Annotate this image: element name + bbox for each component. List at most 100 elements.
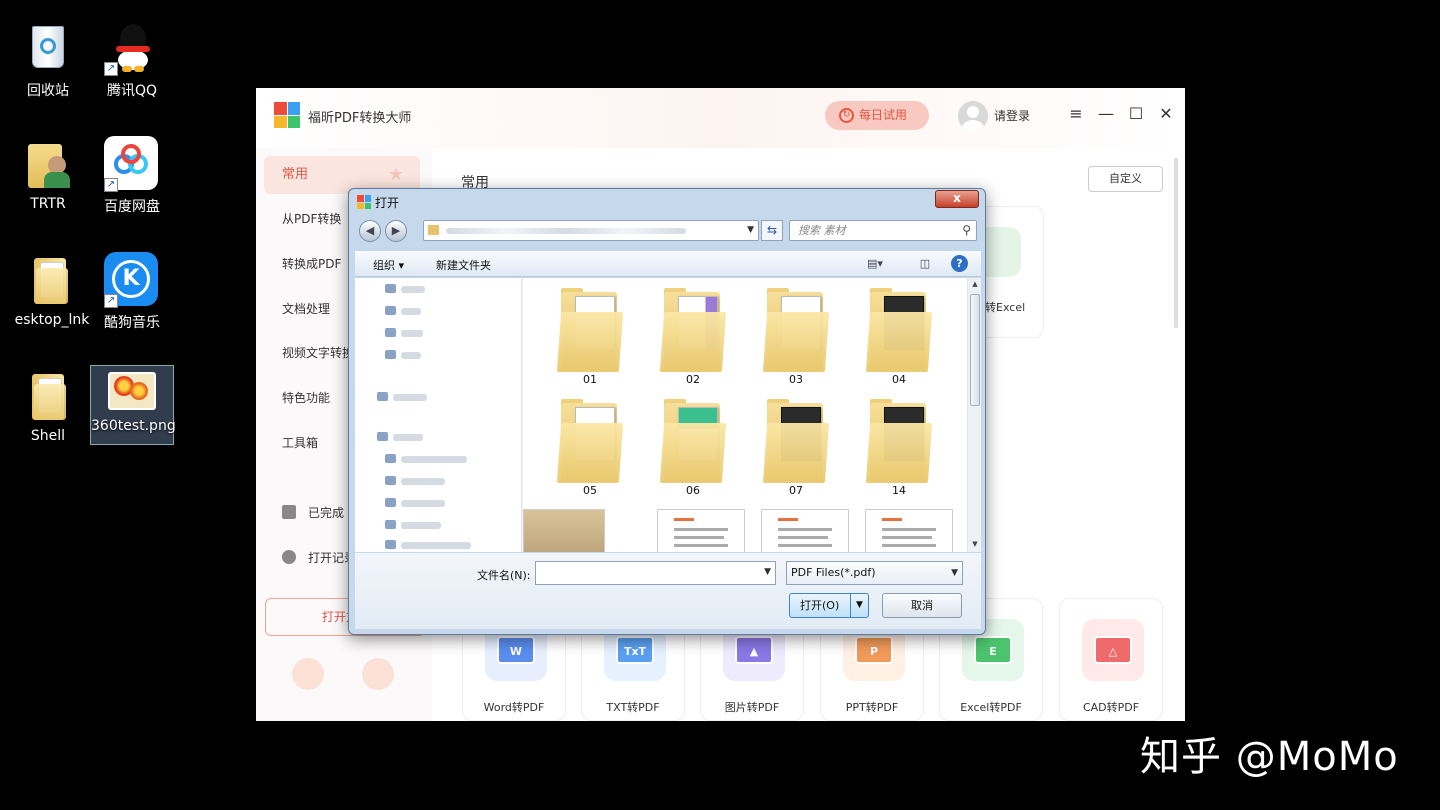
nav-item-icon bbox=[385, 498, 396, 507]
folder-name: 06 bbox=[686, 484, 700, 497]
desktop-icon-shell[interactable]: Shell bbox=[6, 368, 90, 444]
scroll-up-icon[interactable]: ▲ bbox=[970, 280, 980, 288]
folder-thumbnail[interactable] bbox=[523, 509, 605, 552]
folder-item[interactable]: 02 bbox=[656, 284, 730, 388]
tool-card[interactable]: △ CAD转PDF bbox=[1059, 598, 1163, 721]
trial-icon: ↻ bbox=[839, 108, 854, 123]
nav-item-blurred[interactable] bbox=[401, 286, 425, 293]
desktop-icon-360test[interactable]: 360test.png bbox=[90, 365, 176, 445]
folder-item[interactable]: 03 bbox=[759, 284, 833, 388]
avatar[interactable] bbox=[958, 101, 988, 131]
pdf-thumbnail[interactable] bbox=[657, 509, 745, 552]
nav-item-icon bbox=[385, 540, 396, 549]
chevron-down-icon[interactable]: ▼ bbox=[747, 221, 754, 240]
open-options-chevron-icon[interactable]: ▼ bbox=[850, 594, 868, 617]
nav-item-blurred[interactable] bbox=[401, 500, 445, 507]
preview-pane-icon[interactable]: ◫ bbox=[915, 255, 935, 273]
folder-item[interactable]: 01 bbox=[553, 284, 627, 388]
filetype-value: PDF Files(*.pdf) bbox=[791, 566, 876, 579]
filetype-select[interactable]: PDF Files(*.pdf) ▼ bbox=[786, 561, 963, 585]
desktop-icon-recycle-bin[interactable]: 回收站 bbox=[6, 20, 90, 100]
desktop-icon-label: 酷狗音乐 bbox=[104, 315, 160, 331]
pdf-thumbnail[interactable] bbox=[761, 509, 849, 552]
nav-item-icon bbox=[385, 476, 396, 485]
nav-item-icon bbox=[385, 306, 396, 315]
organize-menu[interactable]: 组织 ▾ bbox=[373, 257, 404, 273]
tool-card-glyph: P bbox=[855, 636, 893, 664]
scroll-down-icon[interactable]: ▼ bbox=[970, 540, 980, 548]
daily-trial-button[interactable]: ↻ 每日试用 bbox=[825, 101, 929, 130]
file-list: 01 02 03 04 05 06 07 14 bbox=[523, 278, 967, 552]
folder-item[interactable]: 05 bbox=[553, 395, 627, 499]
file-list-scrollbar[interactable]: ▲ ▼ bbox=[967, 278, 981, 552]
new-folder-button[interactable]: 新建文件夹 bbox=[436, 257, 491, 273]
nav-item-blurred[interactable] bbox=[401, 478, 445, 485]
customize-button[interactable]: 自定义 bbox=[1088, 166, 1163, 192]
star-icon: ★ bbox=[387, 164, 404, 185]
menu-icon[interactable]: ≡ bbox=[1066, 104, 1086, 124]
back-icon[interactable]: ◀ bbox=[359, 220, 381, 242]
folder-icon bbox=[428, 225, 439, 235]
desktop-icon-label: 回收站 bbox=[27, 83, 69, 99]
refresh-icon[interactable]: ⇆ bbox=[761, 220, 783, 241]
scrollbar[interactable] bbox=[1174, 158, 1178, 328]
desktop-icon-trtr[interactable]: TRTR bbox=[6, 136, 90, 212]
chevron-down-icon[interactable]: ▼ bbox=[764, 567, 771, 577]
user-folder-icon bbox=[20, 136, 76, 192]
nav-item-blurred[interactable] bbox=[401, 542, 471, 549]
close-icon[interactable]: ✕ bbox=[1156, 104, 1176, 124]
forward-icon[interactable]: ▶ bbox=[385, 220, 407, 242]
filename-label: 文件名(N): bbox=[477, 569, 531, 582]
nav-item-blurred[interactable] bbox=[401, 352, 421, 359]
desktop-icon-esktop-lnk[interactable]: esktop_lnk bbox=[10, 252, 94, 328]
view-options-icon[interactable]: ▤▾ bbox=[865, 255, 885, 273]
filename-input[interactable]: ▼ bbox=[535, 561, 776, 585]
nav-item-blurred[interactable] bbox=[401, 330, 423, 337]
nav-item-blurred[interactable] bbox=[401, 308, 421, 315]
address-bar[interactable]: ▼ bbox=[423, 220, 759, 241]
scroll-thumb[interactable] bbox=[970, 294, 980, 406]
nav-item-icon bbox=[377, 432, 388, 441]
recycle-bin-icon bbox=[20, 20, 76, 76]
folder-name: 02 bbox=[686, 373, 700, 386]
image-file-icon bbox=[108, 372, 156, 412]
records-link[interactable]: 打开记录 bbox=[282, 549, 356, 566]
chat-icon[interactable] bbox=[292, 658, 324, 690]
folder-item[interactable]: 14 bbox=[862, 395, 936, 499]
desktop-icon-qq[interactable]: ↗ 腾讯QQ bbox=[90, 20, 174, 100]
desktop-icon-baidu[interactable]: ↗ 百度网盘 bbox=[90, 136, 174, 216]
folder-item[interactable]: 07 bbox=[759, 395, 833, 499]
chevron-down-icon: ▼ bbox=[951, 568, 958, 578]
desktop-icon-kugou[interactable]: K ↗ 酷狗音乐 bbox=[90, 252, 174, 332]
tool-card-label: CAD转PDF bbox=[1082, 701, 1140, 714]
blurred-path bbox=[446, 228, 686, 234]
nav-item-icon bbox=[377, 392, 388, 401]
help-icon[interactable]: ? bbox=[951, 255, 968, 272]
clock-icon bbox=[282, 550, 296, 564]
search-icon[interactable]: ⚲ bbox=[962, 221, 971, 240]
nav-item-blurred[interactable] bbox=[393, 434, 423, 441]
search-input[interactable]: 搜索 素材 ⚲ bbox=[789, 220, 977, 241]
folder-item[interactable]: 04 bbox=[862, 284, 936, 388]
pdf-thumbnail[interactable] bbox=[865, 509, 953, 552]
login-link[interactable]: 请登录 bbox=[994, 107, 1030, 124]
cancel-button[interactable]: 取消 bbox=[882, 593, 962, 618]
nav-item-blurred[interactable] bbox=[393, 394, 427, 401]
completed-link[interactable]: 已完成 bbox=[282, 504, 344, 521]
maximize-icon[interactable]: ☐ bbox=[1126, 104, 1146, 124]
tool-card-label: PPT转PDF bbox=[845, 701, 899, 714]
open-button[interactable]: 打开(O) ▼ bbox=[789, 593, 869, 618]
nav-item-blurred[interactable] bbox=[401, 522, 441, 529]
nav-item-icon bbox=[385, 328, 396, 337]
support-icon[interactable] bbox=[362, 658, 394, 690]
nav-item-icon bbox=[385, 284, 396, 293]
nav-item-blurred[interactable] bbox=[401, 456, 467, 463]
nav-item-icon bbox=[385, 520, 396, 529]
folder-item[interactable]: 06 bbox=[656, 395, 730, 499]
dialog-toolbar: 组织 ▾ 新建文件夹 ▤▾ ◫ ? bbox=[355, 251, 981, 277]
completed-label: 已完成 bbox=[308, 506, 345, 520]
tool-card-label: TXT转PDF bbox=[606, 701, 660, 714]
minimize-icon[interactable]: — bbox=[1096, 104, 1116, 124]
close-button[interactable]: x bbox=[935, 190, 979, 208]
folder-name: 07 bbox=[789, 484, 803, 497]
